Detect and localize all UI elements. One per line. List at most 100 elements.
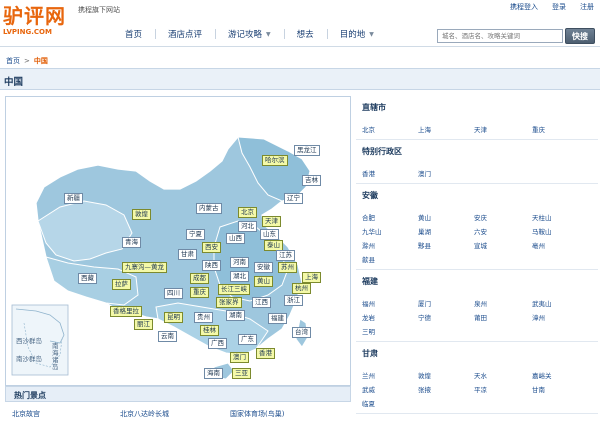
search-input[interactable] [437, 29, 563, 43]
nav-item-home[interactable]: 首页 [112, 28, 155, 40]
map-label-huangshan[interactable]: 黄山 [254, 276, 273, 287]
nav-item-wishlist[interactable]: 想去 [283, 28, 327, 40]
city-link[interactable]: 嘉峪关 [532, 370, 552, 380]
breadcrumb-home-link[interactable]: 首页 [6, 57, 20, 65]
map-label-beijing[interactable]: 北京 [238, 207, 257, 218]
city-link[interactable]: 安庆 [474, 212, 487, 222]
city-link[interactable]: 亳州 [532, 240, 545, 250]
map-label-xian[interactable]: 西安 [202, 242, 221, 253]
register-link[interactable]: 注册 [580, 2, 594, 12]
city-link[interactable]: 武夷山 [532, 298, 552, 308]
city-link[interactable]: 天津 [474, 124, 487, 134]
city-link[interactable]: 黄山 [418, 212, 431, 222]
map-label-liaoning[interactable]: 辽宁 [284, 193, 303, 204]
map-label-henan[interactable]: 河南 [230, 257, 249, 268]
map-label-shangrila[interactable]: 香格里拉 [110, 306, 142, 317]
map-label-hangzhou[interactable]: 杭州 [292, 283, 311, 294]
map-label-fujian[interactable]: 福建 [268, 313, 287, 324]
city-link[interactable]: 重庆 [532, 124, 545, 134]
city-link[interactable]: 龙岩 [362, 312, 375, 322]
map-label-hebei[interactable]: 河北 [238, 221, 257, 232]
map-label-hongkong[interactable]: 香港 [256, 348, 275, 359]
map-label-hubei[interactable]: 湖北 [230, 271, 249, 282]
map-label-guizhou[interactable]: 贵州 [194, 312, 213, 323]
city-link[interactable]: 临夏 [362, 398, 375, 408]
map-label-heilongjiang[interactable]: 黑龙江 [294, 145, 320, 156]
search-button[interactable]: 快搜 [565, 28, 595, 44]
city-link[interactable]: 宣城 [474, 240, 487, 250]
map-label-jiangsu[interactable]: 江苏 [276, 250, 295, 261]
map-label-zhangjiajie[interactable]: 张家界 [216, 297, 242, 308]
map-label-suzhou[interactable]: 苏州 [278, 262, 297, 273]
city-link[interactable]: 宁德 [418, 312, 431, 322]
nav-item-destinations[interactable]: 目的地 ▼ [326, 28, 387, 40]
hot-spot-link[interactable]: 国家体育场(鸟巢) [230, 409, 284, 419]
city-link[interactable]: 澳门 [418, 168, 431, 178]
map-label-qinghai[interactable]: 青海 [122, 237, 141, 248]
city-link[interactable]: 北京 [362, 124, 375, 134]
map-label-shandong[interactable]: 山东 [260, 229, 279, 240]
map-label-hainan[interactable]: 海南 [204, 368, 223, 379]
nav-item-hotel-reviews[interactable]: 酒店点评 [155, 28, 215, 40]
map-label-zhejiang[interactable]: 浙江 [284, 295, 303, 306]
map-label-changjiang[interactable]: 长江三峡 [218, 284, 250, 295]
map-label-anhui[interactable]: 安徽 [254, 262, 273, 273]
map-label-sanya[interactable]: 三亚 [232, 368, 251, 379]
map-label-jiuzhaigou[interactable]: 九寨沟—黄龙 [122, 262, 167, 273]
map-label-guangdong[interactable]: 广东 [238, 334, 257, 345]
map-label-shaanxi[interactable]: 陕西 [202, 260, 221, 271]
city-link[interactable]: 武威 [362, 384, 375, 394]
map-label-neimenggu[interactable]: 内蒙古 [196, 203, 222, 214]
city-link[interactable]: 福州 [362, 298, 375, 308]
map-label-shanxi[interactable]: 山西 [226, 233, 245, 244]
city-link[interactable]: 黟县 [418, 240, 431, 250]
map-label-xizang[interactable]: 西藏 [78, 273, 97, 284]
city-link[interactable]: 泉州 [474, 298, 487, 308]
hot-spot-link[interactable]: 北京故宫 [12, 409, 40, 419]
city-link[interactable]: 六安 [474, 226, 487, 236]
city-link[interactable]: 上海 [418, 124, 431, 134]
city-link[interactable]: 甘南 [532, 384, 545, 394]
login-link[interactable]: 登录 [552, 2, 566, 12]
map-label-shanghai[interactable]: 上海 [302, 272, 321, 283]
map-label-jiangxi[interactable]: 江西 [252, 297, 271, 308]
map-label-lijiang[interactable]: 丽江 [134, 319, 153, 330]
map-label-macau[interactable]: 澳门 [230, 352, 249, 363]
city-link[interactable]: 兰州 [362, 370, 375, 380]
site-logo[interactable]: 驴评网 LVPING.COM [3, 6, 66, 36]
hot-spot-link[interactable]: 北京八达岭长城 [120, 409, 169, 419]
city-link[interactable]: 厦门 [418, 298, 431, 308]
city-link[interactable]: 滁州 [362, 240, 375, 250]
map-label-hunan[interactable]: 湖南 [226, 310, 245, 321]
city-link[interactable]: 张掖 [418, 384, 431, 394]
map-label-dunhuang[interactable]: 敦煌 [132, 209, 151, 220]
map-label-taiwan[interactable]: 台湾 [292, 327, 311, 338]
map-label-chongqing[interactable]: 重庆 [190, 287, 209, 298]
map-label-harbin[interactable]: 哈尔滨 [262, 155, 288, 166]
map-label-guangxi[interactable]: 广西 [208, 338, 227, 349]
map-label-lasa[interactable]: 拉萨 [112, 279, 131, 290]
city-link[interactable]: 天柱山 [532, 212, 552, 222]
city-link[interactable]: 香港 [362, 168, 375, 178]
city-link[interactable]: 巢湖 [418, 226, 431, 236]
city-link[interactable]: 漳州 [532, 312, 545, 322]
map-label-jilin[interactable]: 吉林 [302, 175, 321, 186]
map-label-xinjiang[interactable]: 新疆 [64, 193, 83, 204]
map-label-yunnan[interactable]: 云南 [158, 331, 177, 342]
city-link[interactable]: 九华山 [362, 226, 382, 236]
map-label-kunming[interactable]: 昆明 [164, 312, 183, 323]
city-link[interactable]: 合肥 [362, 212, 375, 222]
city-link[interactable]: 天水 [474, 370, 487, 380]
map-label-ningxia[interactable]: 宁夏 [186, 229, 205, 240]
map-label-gansu[interactable]: 甘肃 [178, 249, 197, 260]
map-label-guilin[interactable]: 桂林 [200, 325, 219, 336]
city-link[interactable]: 三明 [362, 326, 375, 336]
city-link[interactable]: 敦煌 [418, 370, 431, 380]
map-label-sichuan[interactable]: 四川 [164, 288, 183, 299]
city-link[interactable]: 平凉 [474, 384, 487, 394]
map-label-tianjin[interactable]: 天津 [262, 216, 281, 227]
city-link[interactable]: 马鞍山 [532, 226, 552, 236]
city-link[interactable]: 莆田 [474, 312, 487, 322]
city-link[interactable]: 歙县 [362, 254, 375, 264]
ctrip-login-link[interactable]: 携程登入 [510, 2, 538, 12]
